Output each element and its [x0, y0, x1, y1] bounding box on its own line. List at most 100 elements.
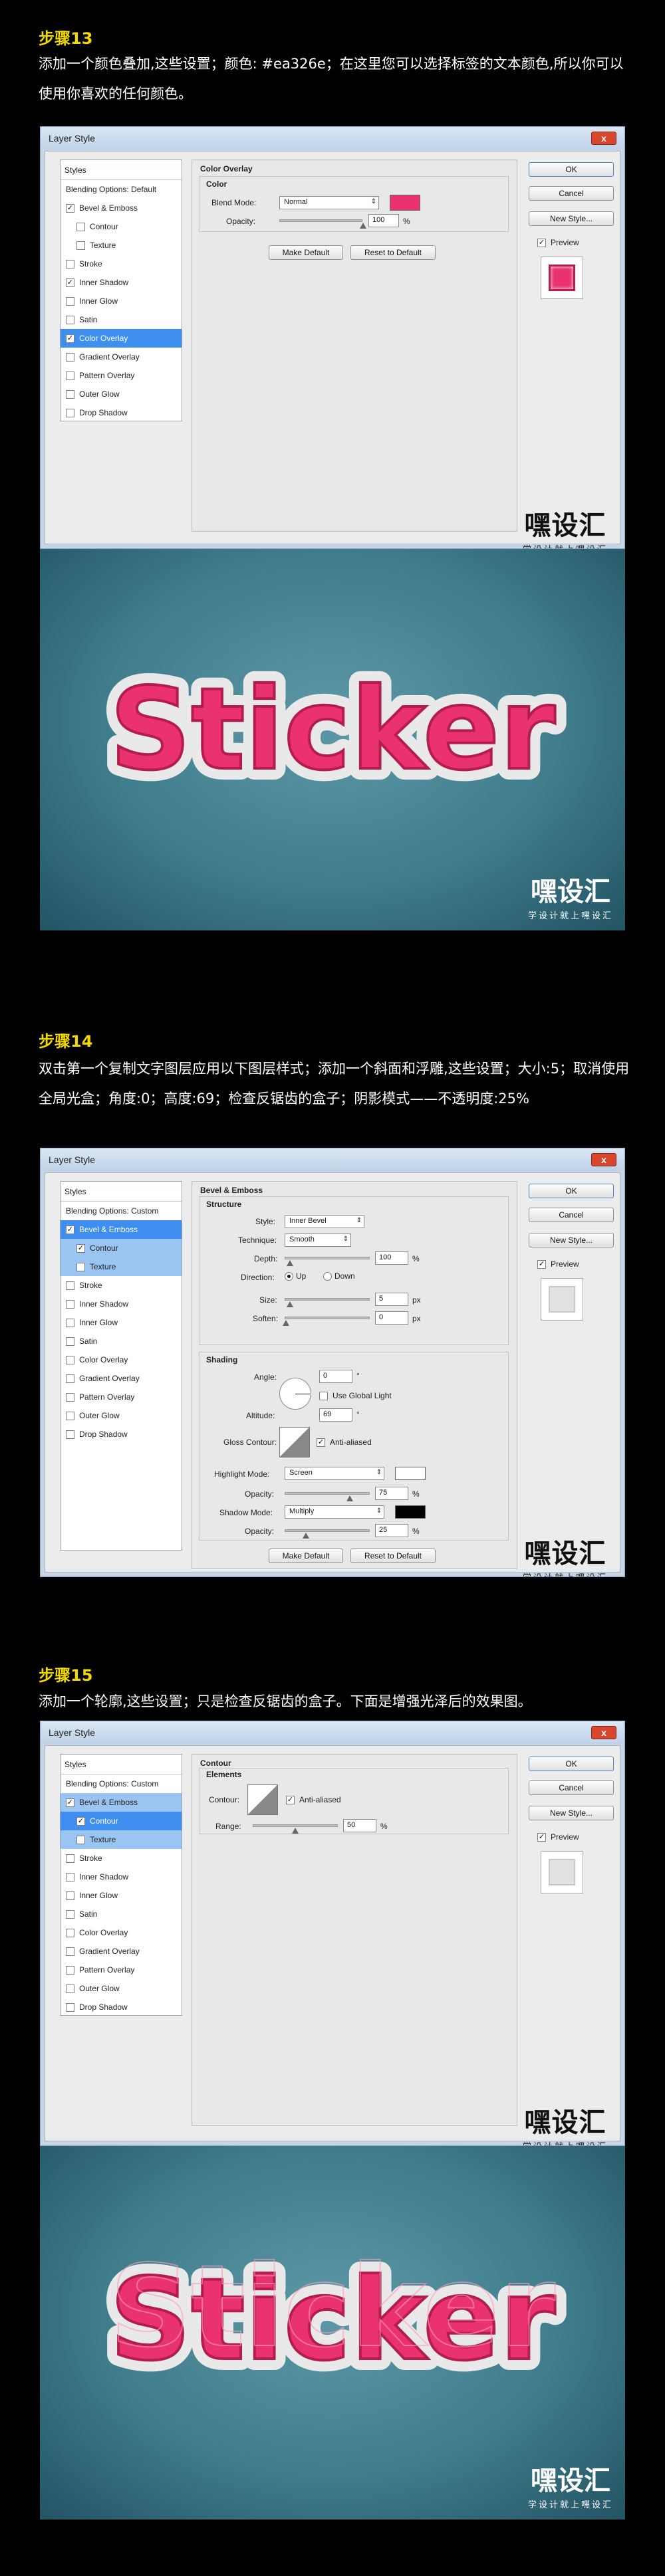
dialog-title-bar[interactable]: Layer Style x — [41, 1721, 624, 1744]
checkbox-icon[interactable] — [66, 1355, 74, 1364]
style-item-inner-glow[interactable]: Inner Glow — [61, 292, 182, 310]
style-item-stroke[interactable]: Stroke — [61, 1849, 182, 1868]
new-style-button[interactable]: New Style... — [529, 1806, 614, 1820]
checkbox-icon[interactable]: ✓ — [76, 1243, 85, 1253]
make-default-button[interactable]: Make Default — [269, 1549, 343, 1563]
blend-mode-select[interactable]: Normal — [279, 196, 379, 209]
cancel-button[interactable]: Cancel — [529, 1780, 614, 1795]
blending-options-item[interactable]: Blending Options: Custom — [61, 1202, 182, 1220]
checkbox-icon[interactable] — [66, 315, 74, 324]
checkbox-icon[interactable] — [66, 1872, 74, 1881]
style-item-inner-glow[interactable]: Inner Glow — [61, 1313, 182, 1332]
style-item-pattern-overlay[interactable]: Pattern Overlay — [61, 1961, 182, 1979]
style-item-bevel[interactable]: ✓ Bevel & Emboss — [61, 1220, 182, 1239]
checkbox-icon[interactable]: ✓ — [66, 1798, 74, 1807]
checkbox-icon[interactable]: ✓ — [66, 203, 74, 213]
shadow-color-swatch[interactable] — [395, 1505, 426, 1519]
radio-icon[interactable] — [285, 1272, 293, 1281]
style-select[interactable]: Inner Bevel — [285, 1215, 364, 1228]
cancel-button[interactable]: Cancel — [529, 186, 614, 201]
contour-curve-icon[interactable] — [247, 1784, 278, 1815]
radio-icon[interactable] — [323, 1272, 332, 1281]
depth-input[interactable]: 100 — [375, 1251, 408, 1265]
style-item-color-overlay[interactable]: Color Overlay — [61, 1350, 182, 1369]
checkbox-icon[interactable] — [76, 241, 85, 250]
slider-thumb[interactable] — [360, 223, 366, 229]
close-icon[interactable]: x — [591, 1726, 616, 1739]
checkbox-icon[interactable] — [66, 2002, 74, 2012]
ok-button[interactable]: OK — [529, 162, 614, 177]
slider-thumb[interactable] — [346, 1495, 353, 1501]
shadow-opacity-input[interactable]: 25 — [375, 1524, 408, 1537]
checkbox-icon[interactable]: ✓ — [76, 1816, 85, 1826]
checkbox-icon[interactable] — [66, 1374, 74, 1383]
style-item-contour[interactable]: ✓ Contour — [61, 1239, 182, 1257]
size-slider[interactable] — [285, 1298, 370, 1307]
new-style-button[interactable]: New Style... — [529, 1233, 614, 1247]
style-item-satin[interactable]: Satin — [61, 1905, 182, 1923]
checkbox-icon[interactable] — [66, 1281, 74, 1290]
anti-aliased-checkbox[interactable]: ✓ Anti-aliased — [317, 1438, 372, 1447]
gloss-contour-icon[interactable] — [279, 1427, 310, 1457]
style-item-bevel[interactable]: ✓ Bevel & Emboss — [61, 199, 182, 217]
checkbox-icon[interactable]: ✓ — [537, 1259, 546, 1269]
styles-header[interactable]: Styles — [61, 1755, 182, 1774]
depth-slider[interactable] — [285, 1257, 370, 1266]
color-swatch[interactable] — [390, 195, 420, 211]
checkbox-icon[interactable]: ✓ — [66, 334, 74, 343]
new-style-button[interactable]: New Style... — [529, 211, 614, 226]
styles-header[interactable]: Styles — [61, 160, 182, 180]
checkbox-icon[interactable] — [66, 1947, 74, 1956]
style-item-texture[interactable]: Texture — [61, 236, 182, 255]
make-default-button[interactable]: Make Default — [269, 245, 343, 260]
slider-thumb[interactable] — [292, 1828, 299, 1834]
checkbox-icon[interactable] — [76, 222, 85, 231]
style-item-drop-shadow[interactable]: Drop Shadow — [61, 403, 182, 422]
checkbox-icon[interactable] — [66, 1891, 74, 1900]
checkbox-icon[interactable]: ✓ — [537, 238, 546, 247]
close-icon[interactable]: x — [591, 1153, 616, 1166]
slider-thumb[interactable] — [303, 1533, 309, 1539]
range-input[interactable]: 50 — [343, 1819, 376, 1832]
range-slider[interactable] — [253, 1824, 338, 1834]
reset-default-button[interactable]: Reset to Default — [350, 1549, 436, 1563]
blending-options-item[interactable]: Blending Options: Default — [61, 180, 182, 199]
style-item-stroke[interactable]: Stroke — [61, 255, 182, 273]
dialog-title-bar[interactable]: Layer Style x — [41, 1148, 624, 1171]
use-global-light-checkbox[interactable]: Use Global Light — [319, 1391, 392, 1400]
shadow-mode-select[interactable]: Multiply — [285, 1505, 384, 1519]
size-input[interactable]: 5 — [375, 1293, 408, 1306]
style-item-pattern-overlay[interactable]: Pattern Overlay — [61, 1388, 182, 1406]
style-item-color-overlay[interactable]: ✓ Color Overlay — [61, 329, 182, 348]
checkbox-icon[interactable]: ✓ — [66, 278, 74, 287]
opacity-slider[interactable] — [279, 219, 366, 229]
highlight-color-swatch[interactable] — [395, 1467, 426, 1480]
checkbox-icon[interactable] — [66, 1909, 74, 1919]
checkbox-icon[interactable] — [66, 1854, 74, 1863]
checkbox-icon[interactable] — [66, 296, 74, 306]
preview-toggle[interactable]: ✓ Preview — [537, 1832, 579, 1842]
shadow-opacity-slider[interactable] — [285, 1529, 370, 1539]
style-item-inner-shadow[interactable]: Inner Shadow — [61, 1868, 182, 1886]
style-item-pattern-overlay[interactable]: Pattern Overlay — [61, 366, 182, 385]
anti-aliased-checkbox[interactable]: ✓ Anti-aliased — [286, 1795, 341, 1804]
checkbox-icon[interactable] — [66, 1392, 74, 1402]
highlight-opacity-slider[interactable] — [285, 1492, 370, 1501]
slider-thumb[interactable] — [283, 1320, 289, 1326]
checkbox-icon[interactable] — [66, 1430, 74, 1439]
checkbox-icon[interactable] — [319, 1391, 328, 1400]
checkbox-icon[interactable]: ✓ — [317, 1438, 325, 1447]
slider-thumb[interactable] — [287, 1260, 293, 1266]
checkbox-icon[interactable] — [66, 1411, 74, 1420]
reset-default-button[interactable]: Reset to Default — [350, 245, 436, 260]
technique-select[interactable]: Smooth — [285, 1234, 351, 1247]
checkbox-icon[interactable] — [66, 259, 74, 268]
checkbox-icon[interactable]: ✓ — [537, 1832, 546, 1842]
style-item-inner-glow[interactable]: Inner Glow — [61, 1886, 182, 1905]
checkbox-icon[interactable] — [76, 1835, 85, 1844]
checkbox-icon[interactable] — [66, 1984, 74, 1993]
direction-down-radio[interactable]: Down — [323, 1271, 355, 1281]
style-item-gradient-overlay[interactable]: Gradient Overlay — [61, 1942, 182, 1961]
style-item-stroke[interactable]: Stroke — [61, 1276, 182, 1295]
opacity-input[interactable]: 100 — [368, 214, 399, 227]
